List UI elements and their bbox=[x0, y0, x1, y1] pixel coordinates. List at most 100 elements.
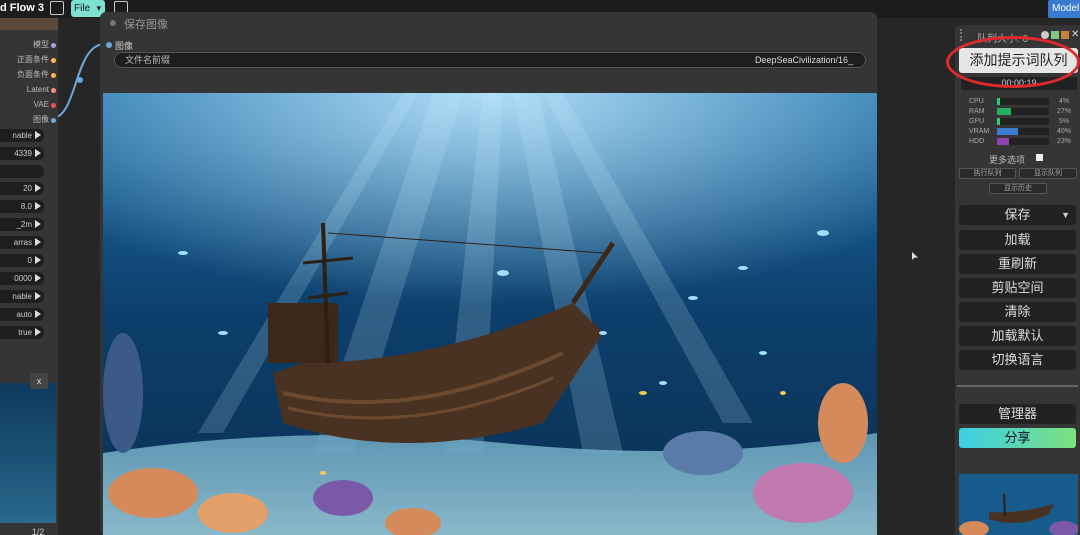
node-widget-row[interactable]: auto bbox=[0, 308, 44, 321]
load-button[interactable]: 加载 bbox=[959, 230, 1076, 250]
output-port-dot[interactable] bbox=[51, 58, 56, 63]
resource-bar-fill bbox=[997, 138, 1009, 145]
resource-bar-fill bbox=[997, 128, 1018, 135]
share-button[interactable]: 分享 bbox=[959, 428, 1076, 448]
node-widget-row[interactable] bbox=[0, 165, 44, 178]
history-icon[interactable] bbox=[1061, 31, 1069, 39]
node-widget-row[interactable]: arras bbox=[0, 236, 44, 249]
filename-prefix-value: DeepSeaCivilization/16_ bbox=[754, 55, 853, 65]
manager-button[interactable]: 管理器 bbox=[959, 404, 1076, 424]
node-widget-row[interactable]: nable bbox=[0, 129, 44, 142]
output-port-label: 负面条件 bbox=[17, 70, 49, 79]
increment-arrow-icon[interactable] bbox=[35, 131, 41, 139]
output-port-dot[interactable] bbox=[51, 103, 56, 108]
node-widget-row[interactable]: 4339 bbox=[0, 147, 44, 160]
increment-arrow-icon[interactable] bbox=[35, 310, 41, 318]
node-widget-row[interactable]: _2m bbox=[0, 218, 44, 231]
node-widget-row[interactable]: true bbox=[0, 326, 44, 339]
output-port-dot[interactable] bbox=[51, 88, 56, 93]
output-port-dot[interactable] bbox=[51, 118, 56, 123]
output-port-label: VAE bbox=[33, 100, 49, 109]
widget-value: 0000 bbox=[14, 274, 32, 283]
highlight-annotation-ellipse bbox=[946, 36, 1080, 88]
node-widget-row[interactable]: 20 bbox=[0, 182, 44, 195]
filename-prefix-field[interactable]: 文件名前缀 DeepSeaCivilization/16_ bbox=[114, 52, 866, 68]
clear-button[interactable]: 清除 bbox=[959, 302, 1076, 322]
resource-stat-row: CPU 4% bbox=[963, 97, 1078, 106]
generated-image bbox=[103, 93, 877, 535]
node-header bbox=[0, 18, 58, 30]
refresh-button[interactable]: 重刷新 bbox=[959, 254, 1076, 274]
resource-bar-track bbox=[997, 98, 1049, 105]
increment-arrow-icon[interactable] bbox=[35, 202, 41, 210]
resource-bar-track bbox=[997, 118, 1049, 125]
load-default-button[interactable]: 加载默认 bbox=[959, 326, 1076, 346]
increment-arrow-icon[interactable] bbox=[35, 292, 41, 300]
increment-arrow-icon[interactable] bbox=[35, 256, 41, 264]
widget-value: nable bbox=[12, 292, 32, 301]
output-port-label: 正面条件 bbox=[17, 55, 49, 64]
resource-bar-track bbox=[997, 108, 1049, 115]
output-port-dot[interactable] bbox=[51, 73, 56, 78]
model-button[interactable]: Model bbox=[1048, 0, 1080, 18]
clipspace-button[interactable]: 剪贴空间 bbox=[959, 278, 1076, 298]
resource-bar-fill bbox=[997, 108, 1012, 115]
caret-down-icon[interactable]: ▼ bbox=[1061, 205, 1070, 225]
output-port-dot[interactable] bbox=[51, 43, 56, 48]
widget-value: 4339 bbox=[14, 149, 32, 158]
close-icon[interactable]: ✕ bbox=[1071, 30, 1079, 40]
node-widget-row[interactable]: 8.0 bbox=[0, 200, 44, 213]
output-port-row: 图像 bbox=[0, 113, 58, 127]
resource-bar-fill bbox=[997, 118, 1000, 125]
thumbnail-ship-illustration bbox=[959, 474, 1078, 535]
increment-arrow-icon[interactable] bbox=[35, 238, 41, 246]
resource-bar-fill bbox=[997, 98, 1000, 105]
resource-percent: 5% bbox=[1058, 118, 1070, 125]
queue-panel: 队列大小: 0 ✕ 添加提示词队列 00:00:19 CPU 4% RAM 27% GP… bbox=[955, 25, 1080, 535]
node-widget-row[interactable]: nable bbox=[0, 290, 44, 303]
node-widget-row[interactable]: 0 bbox=[0, 254, 44, 267]
node-collapse-dot[interactable] bbox=[110, 20, 116, 26]
widget-value: true bbox=[18, 328, 32, 337]
increment-arrow-icon[interactable] bbox=[35, 328, 41, 336]
widget-value: auto bbox=[16, 310, 32, 319]
image-input-port[interactable] bbox=[106, 42, 112, 48]
save-button[interactable]: 保存 ▼ bbox=[959, 205, 1076, 225]
increment-arrow-icon[interactable] bbox=[35, 149, 41, 157]
left-preview-image bbox=[0, 383, 56, 523]
image-input-label: 图像 bbox=[115, 41, 134, 51]
output-port-row: 正面条件 bbox=[0, 53, 58, 67]
switch-language-button[interactable]: 切换语言 bbox=[959, 350, 1076, 370]
output-port-label: Latent bbox=[26, 85, 49, 94]
increment-arrow-icon[interactable] bbox=[35, 184, 41, 192]
widget-value: 0 bbox=[27, 256, 32, 265]
output-port-row: VAE bbox=[0, 98, 58, 112]
output-port-label: 模型 bbox=[33, 40, 49, 49]
node-widget-row[interactable]: 0000 bbox=[0, 272, 44, 285]
resource-name: VRAM bbox=[969, 128, 990, 135]
extra-options-label: 更多选项 bbox=[989, 155, 1026, 165]
close-preview-button[interactable]: x bbox=[30, 373, 48, 389]
ksampler-node[interactable]: 模型正面条件负面条件 Latent VAE 图像 nable 4339 20 8.0 _2ma… bbox=[0, 18, 58, 535]
resource-stat-row: RAM 27% bbox=[963, 107, 1078, 116]
widget-value: 8.0 bbox=[20, 202, 32, 211]
show-history-button[interactable]: 显示历史 bbox=[989, 183, 1047, 194]
node-title: 保存图像 bbox=[124, 19, 168, 31]
result-thumbnail[interactable] bbox=[959, 474, 1078, 535]
view-history-button[interactable]: 显示队列 bbox=[1019, 168, 1077, 179]
image-icon[interactable] bbox=[1051, 31, 1059, 39]
output-port-row: 负面条件 bbox=[0, 68, 58, 82]
save-image-node[interactable]: 保存图像 图像 文件名前缀 DeepSeaCivilization/16_ bbox=[100, 12, 877, 535]
resource-stat-row: VRAM 40% bbox=[963, 127, 1078, 136]
view-queue-button[interactable]: 执行队列 bbox=[959, 168, 1016, 179]
increment-arrow-icon[interactable] bbox=[35, 220, 41, 228]
filename-prefix-label: 文件名前缀 bbox=[125, 55, 171, 65]
resource-stat-row: HDD 23% bbox=[963, 137, 1078, 146]
resource-percent: 4% bbox=[1058, 98, 1070, 105]
increment-arrow-icon[interactable] bbox=[35, 274, 41, 282]
drag-handle-icon[interactable] bbox=[960, 29, 964, 41]
widget-value: 20 bbox=[23, 184, 32, 193]
page-indicator[interactable]: 1/2 bbox=[26, 524, 50, 535]
extra-options-checkbox[interactable] bbox=[1036, 154, 1043, 161]
resource-percent: 27% bbox=[1056, 108, 1071, 115]
